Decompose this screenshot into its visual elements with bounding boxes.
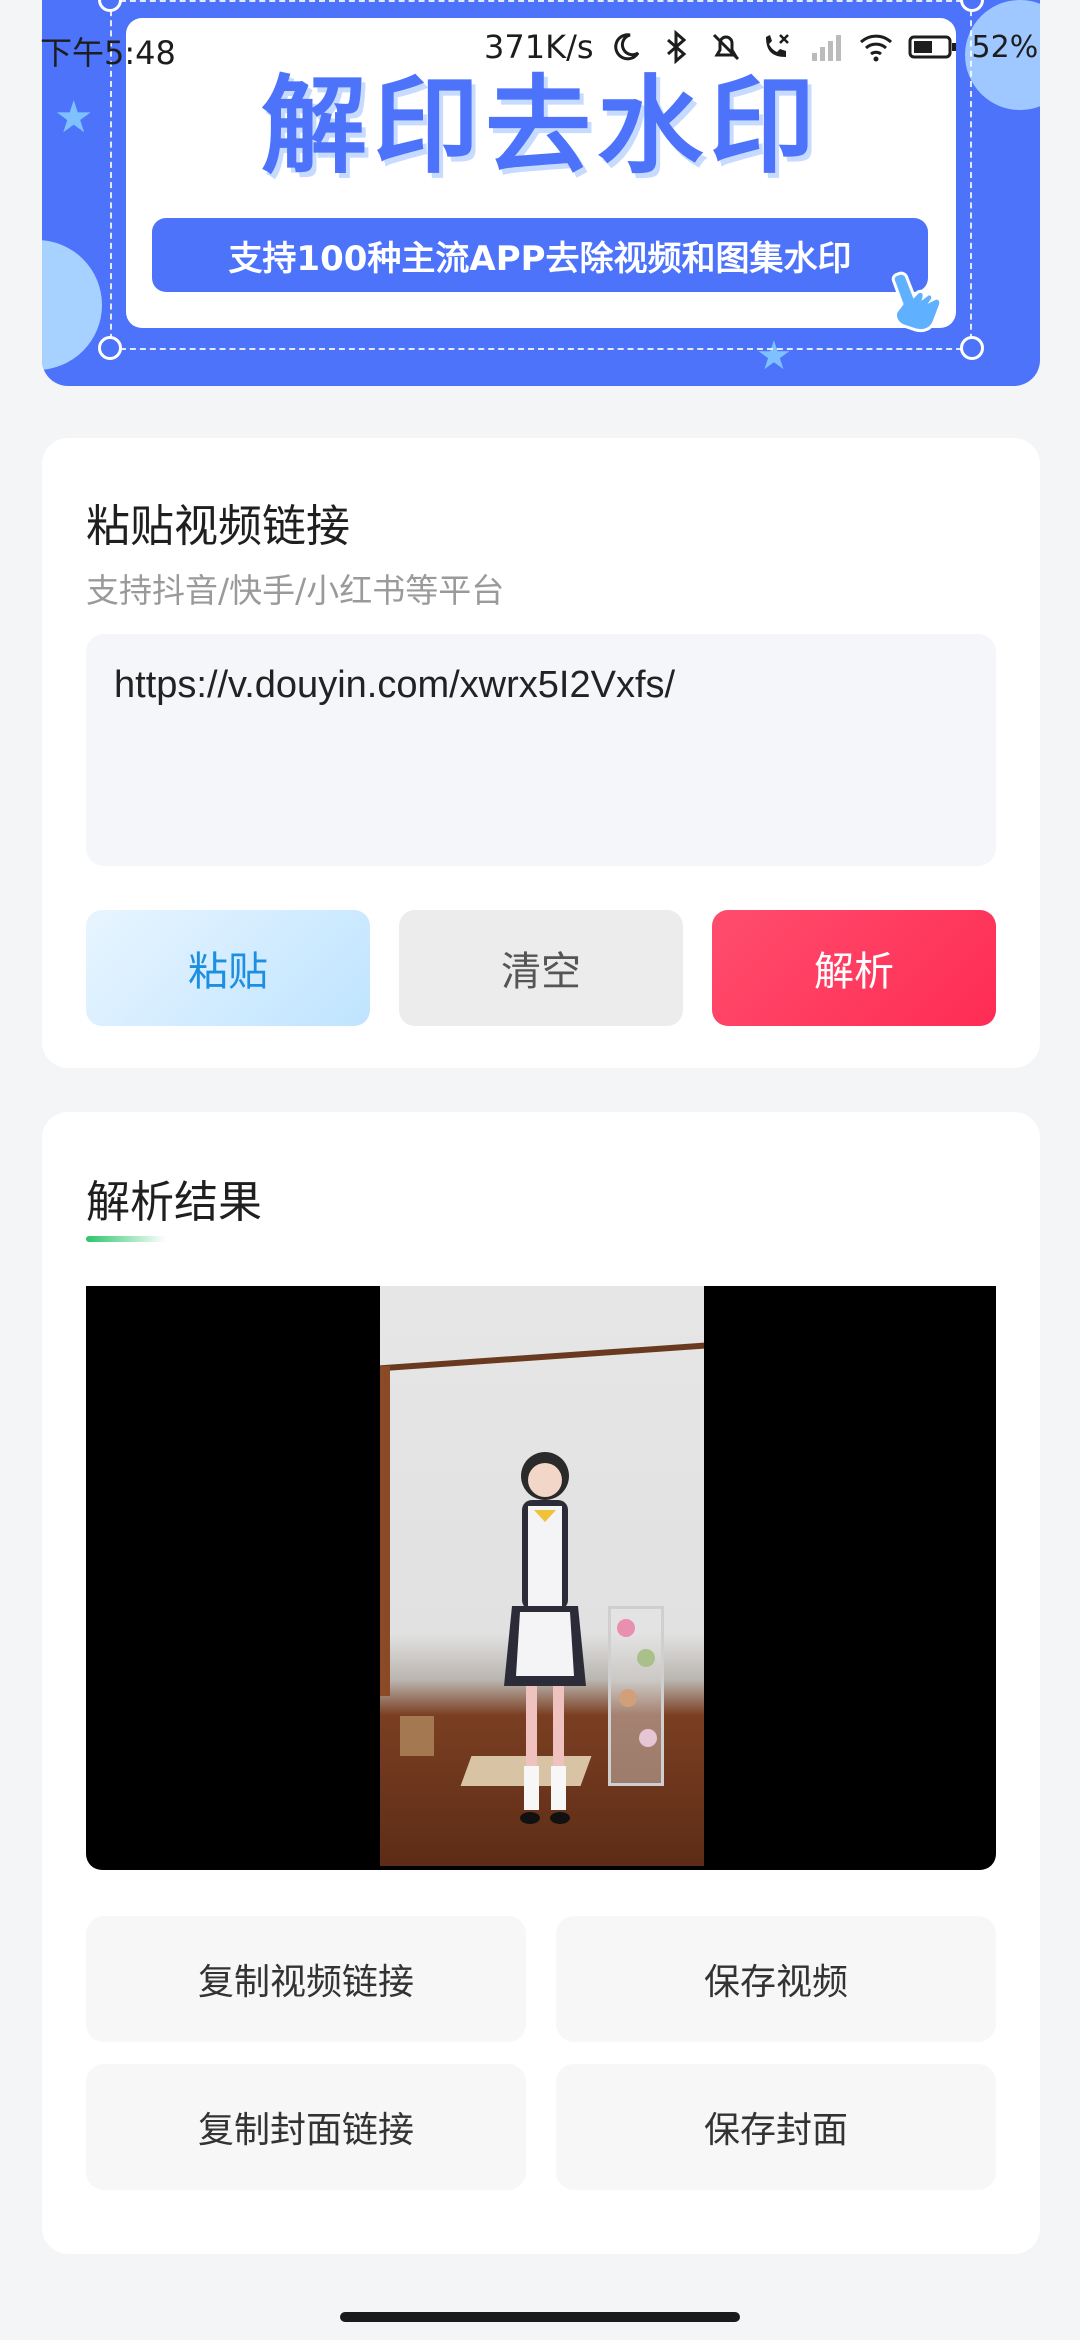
input-card-subtitle: 支持抖音/快手/小红书等平台 — [86, 571, 505, 610]
video-player[interactable] — [86, 1286, 996, 1870]
door-frame — [380, 1366, 390, 1696]
signal-icon — [811, 35, 841, 61]
frame-handle — [98, 336, 122, 360]
moon-icon — [613, 33, 639, 61]
person-figure — [504, 1452, 586, 1824]
link-input-card: 粘贴视频链接 支持抖音/快手/小红书等平台 https://v.douyin.c… — [42, 438, 1040, 1068]
battery-percentage: 52% — [971, 29, 1039, 65]
video-frame — [380, 1286, 704, 1866]
wifi-icon — [859, 34, 892, 62]
bluetooth-icon — [666, 29, 686, 65]
network-speed: 371K/s — [484, 28, 594, 66]
input-card-title: 粘贴视频链接 — [86, 501, 350, 552]
battery-icon — [908, 35, 956, 59]
decor-bubble — [42, 240, 102, 370]
banner-subtitle: 支持100种主流APP去除视频和图集水印 — [152, 218, 928, 292]
copy-cover-link-button[interactable]: 复制封面链接 — [86, 2064, 526, 2190]
status-time: 下午5:48 — [40, 34, 176, 72]
home-indicator[interactable] — [340, 2312, 740, 2322]
bell-muted-icon — [712, 33, 739, 61]
app-screen: ★ ★ 解印去水印 支持100种主流APP去除视频和图集水印 下午5:48 37… — [0, 0, 1080, 2340]
star-icon: ★ — [54, 92, 94, 143]
parse-button[interactable]: 解析 — [712, 910, 996, 1026]
toy-shelf — [608, 1606, 664, 1786]
result-card-title: 解析结果 — [86, 1177, 262, 1228]
video-link-input[interactable]: https://v.douyin.com/xwrx5I2Vxfs/ — [86, 634, 996, 866]
cardboard-box — [400, 1716, 434, 1756]
pointing-hand-icon — [891, 271, 943, 333]
status-icons: 371K/s 52% — [484, 28, 1038, 66]
copy-video-link-button[interactable]: 复制视频链接 — [86, 1916, 526, 2042]
result-card: 解析结果 复制视频链接 保存视频 复制封面链接 保存封面 — [42, 1112, 1040, 2254]
frame-handle — [960, 336, 984, 360]
status-bar: 下午5:48 371K/s 52% — [0, 0, 1080, 96]
call-blocked-icon — [765, 34, 789, 57]
save-video-button[interactable]: 保存视频 — [556, 1916, 996, 2042]
paste-button[interactable]: 粘贴 — [86, 910, 370, 1026]
wall-rail — [380, 1342, 704, 1372]
clear-button[interactable]: 清空 — [399, 910, 683, 1026]
save-cover-button[interactable]: 保存封面 — [556, 2064, 996, 2190]
title-underline — [86, 1236, 166, 1242]
